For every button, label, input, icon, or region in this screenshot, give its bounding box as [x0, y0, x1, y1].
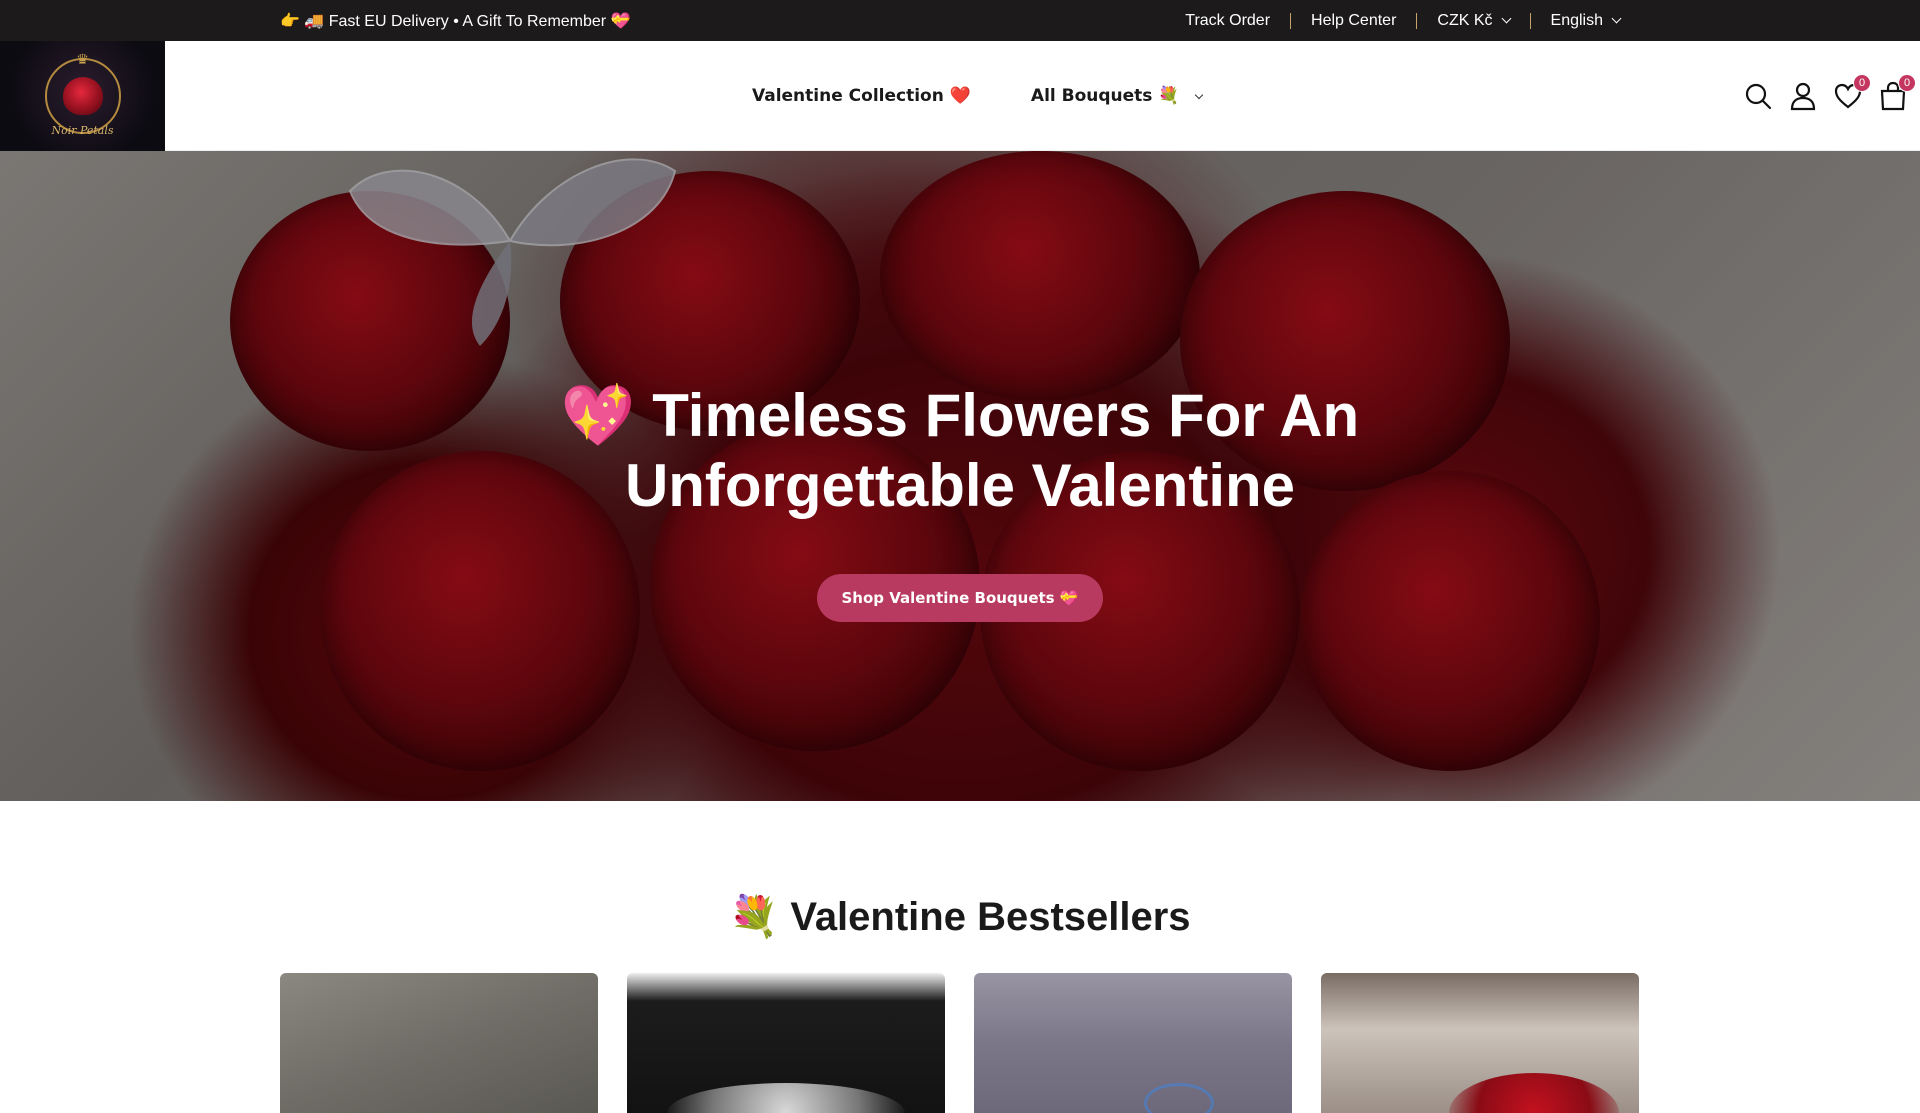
- currency-selector[interactable]: CZK Kč: [1417, 12, 1529, 30]
- hero-title-line: Unforgettable Valentine: [624, 452, 1296, 519]
- shop-valentine-button[interactable]: Shop Valentine Bouquets 💝: [817, 574, 1103, 622]
- cart-button[interactable]: 0: [1878, 74, 1916, 111]
- wishlist-button[interactable]: 0: [1833, 74, 1871, 111]
- currency-label: CZK Kč: [1437, 11, 1493, 29]
- main-nav: Valentine Collection ❤️ All Bouquets 💐: [752, 41, 1203, 151]
- language-label: English: [1550, 11, 1603, 29]
- header-icons: 0 0: [1743, 41, 1920, 151]
- product-card[interactable]: [1321, 973, 1639, 1113]
- chevron-down-icon: [1501, 13, 1511, 23]
- site-header: ♛ Noir Petals Valentine Collection ❤️ Al…: [0, 41, 1920, 151]
- section-title-bestsellers: 💐 Valentine Bestsellers: [729, 895, 1191, 939]
- user-icon: [1790, 82, 1816, 111]
- hero-title: 💖 Timeless Flowers For An Unforgettable …: [0, 381, 1920, 521]
- account-button[interactable]: [1788, 81, 1818, 111]
- product-card[interactable]: [280, 973, 598, 1113]
- product-card[interactable]: [974, 973, 1292, 1113]
- brand-logo[interactable]: ♛ Noir Petals: [0, 41, 165, 151]
- utility-links: Track Order Help Center CZK Kč English: [1165, 0, 1640, 41]
- product-grid: [280, 973, 1639, 1113]
- search-icon: [1745, 83, 1772, 110]
- product-card[interactable]: [627, 973, 945, 1113]
- announcement-bar: 👉 🚚 Fast EU Delivery • A Gift To Remembe…: [0, 0, 1920, 41]
- cart-count-badge: 0: [1898, 74, 1916, 92]
- chevron-down-icon: [1611, 13, 1622, 23]
- logo-emblem: ♛: [44, 51, 121, 134]
- nav-item-label: Valentine Collection ❤️: [752, 86, 971, 106]
- chevron-down-icon: [1194, 90, 1203, 99]
- nav-item-all-bouquets[interactable]: All Bouquets 💐: [1030, 86, 1203, 106]
- rose-icon: [62, 77, 103, 115]
- track-order-link[interactable]: Track Order: [1165, 12, 1290, 30]
- wishlist-count-badge: 0: [1853, 74, 1871, 92]
- logo-text: Noir Petals: [51, 124, 114, 137]
- product-image: [1449, 1073, 1619, 1113]
- nav-item-label: All Bouquets 💐: [1030, 86, 1180, 106]
- product-image: [1144, 1083, 1214, 1113]
- hero-banner: 💖 Timeless Flowers For An Unforgettable …: [0, 151, 1920, 801]
- crown-icon: ♛: [76, 51, 89, 67]
- help-center-link[interactable]: Help Center: [1291, 12, 1416, 30]
- nav-item-valentine-collection[interactable]: Valentine Collection ❤️: [752, 86, 971, 106]
- language-selector[interactable]: English: [1531, 12, 1640, 30]
- hero-title-line: 💖 Timeless Flowers For An: [560, 382, 1360, 449]
- product-image: [667, 1083, 905, 1113]
- search-button[interactable]: [1743, 81, 1773, 111]
- announcement-text: 👉 🚚 Fast EU Delivery • A Gift To Remembe…: [280, 13, 631, 30]
